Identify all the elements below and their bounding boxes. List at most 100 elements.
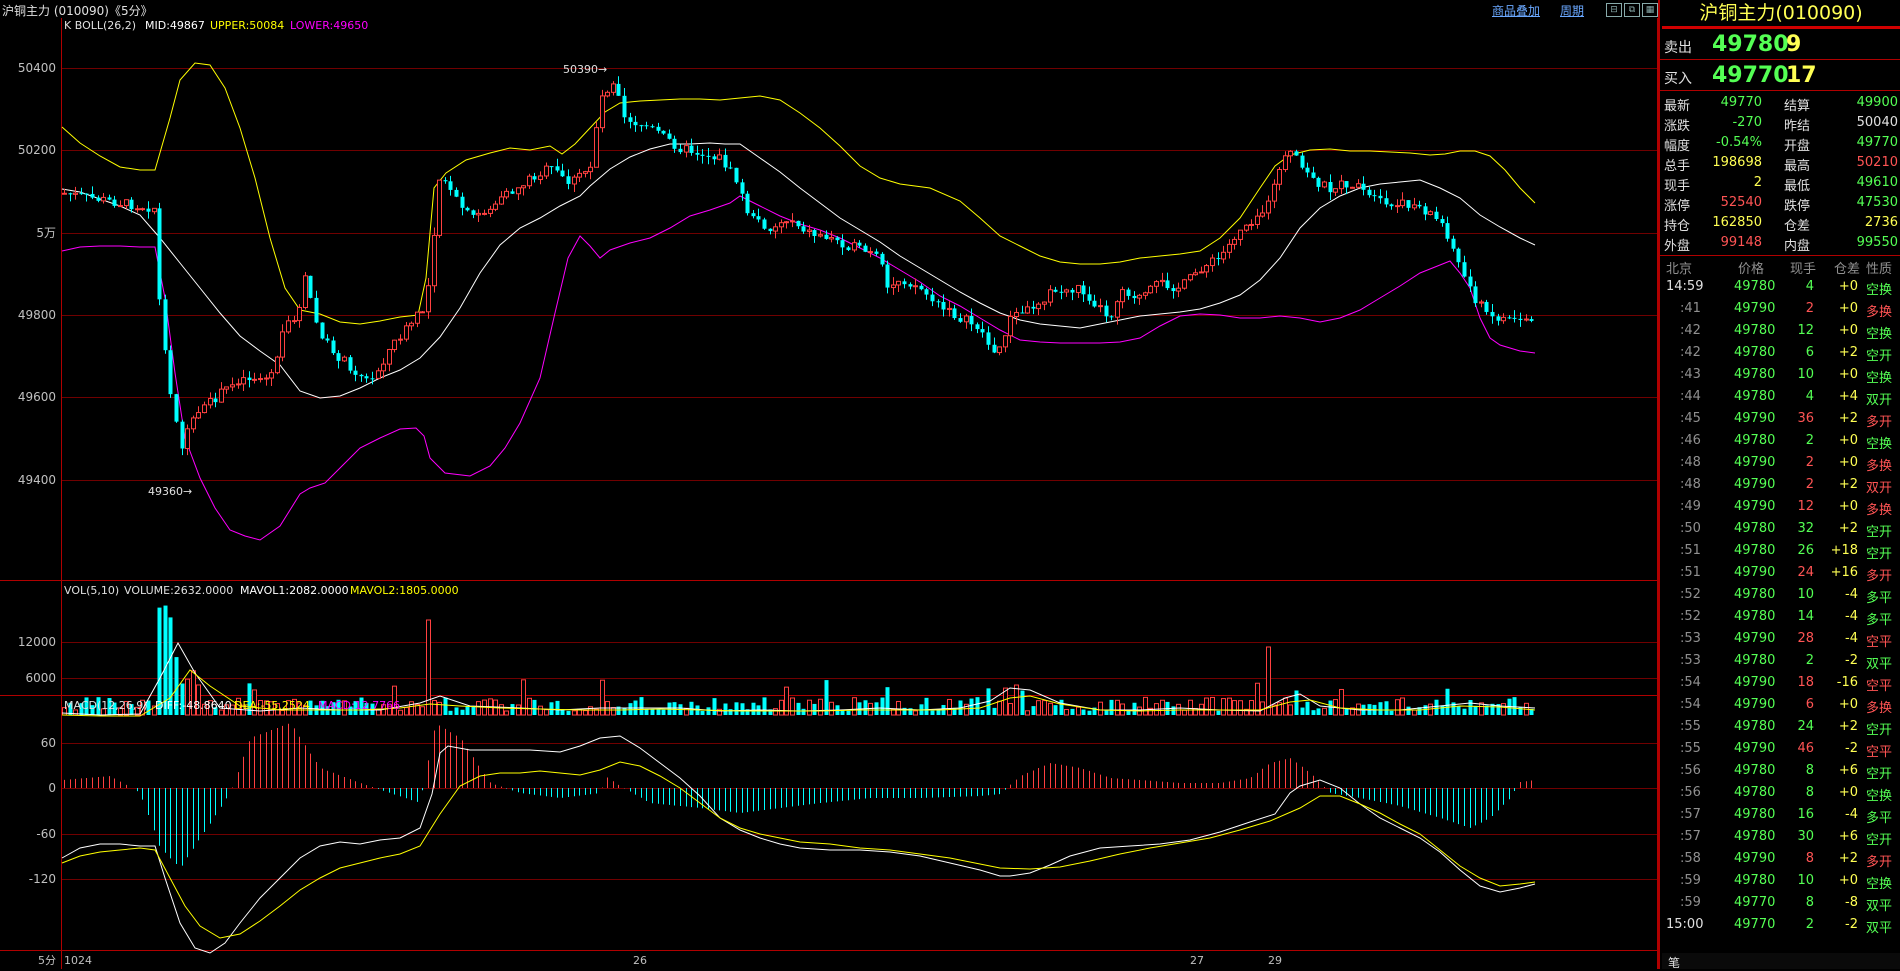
tick-oi-change: -2 [1845, 653, 1858, 668]
sell-label: 卖出 [1664, 40, 1692, 56]
tick-volume: 30 [1797, 829, 1814, 844]
volume-bar [801, 708, 806, 715]
tick-nature: 空开 [1866, 833, 1893, 848]
volume-bar [807, 699, 812, 716]
col-volume: 现手 [1790, 262, 1817, 277]
stat-value: 50210 [1856, 155, 1898, 170]
stat-row: 涨停 52540 跌停 47530 [1660, 193, 1900, 214]
candle-body [1244, 224, 1249, 231]
volume-bar [1115, 699, 1120, 716]
overlay-commodity-link[interactable]: 商品叠加 [1492, 2, 1540, 19]
candle-body [1283, 155, 1288, 171]
candle-body [779, 222, 784, 228]
volume-bar [1109, 699, 1114, 715]
candle-body [180, 421, 185, 449]
chart-area[interactable]: K BOLL(26,2) MID:49867 UPPER:50084 LOWER… [0, 18, 1658, 969]
tick-row: :58 49790 8 +2 多开 [1660, 848, 1900, 870]
tick-nature: 多平 [1866, 811, 1893, 826]
volume-bar [1143, 696, 1148, 716]
candle-body [370, 378, 375, 380]
candle-body [1076, 284, 1081, 294]
candle-body [1210, 257, 1215, 267]
candle-body [639, 125, 644, 127]
tick-volume: 8 [1805, 851, 1814, 866]
layout-icon[interactable]: ⊟ [1606, 3, 1622, 17]
tick-volume: 12 [1797, 323, 1814, 338]
candle-body [947, 307, 952, 311]
tick-nature: 多换 [1866, 305, 1893, 320]
tick-price: 49790 [1734, 631, 1776, 646]
tick-nature: 多换 [1866, 459, 1893, 474]
tick-volume: 32 [1797, 521, 1814, 536]
candle-body [392, 339, 397, 351]
candle-body [1350, 186, 1355, 189]
stat-value: 198698 [1712, 155, 1762, 170]
volume-bar [1311, 710, 1316, 715]
candle-body [936, 301, 941, 303]
candle-body [325, 338, 330, 341]
tick-volume: 26 [1797, 543, 1814, 558]
volume-bar [656, 709, 661, 715]
volume-bar [404, 707, 409, 716]
candle-body [107, 197, 112, 200]
tick-price: 49780 [1734, 323, 1776, 338]
boll-lower-label: LOWER:49650 [290, 19, 368, 32]
candle-body [1479, 301, 1484, 304]
tick-volume: 2 [1805, 477, 1814, 492]
tick-nature: 双开 [1866, 481, 1893, 496]
candle-body [1087, 294, 1092, 301]
sell-volume: 9 [1786, 32, 1802, 57]
volume-bar [1221, 698, 1226, 716]
grid-icon[interactable]: ▦ [1642, 3, 1658, 17]
tick-oi-change: +0 [1838, 301, 1858, 316]
tick-list[interactable]: 14:59 49780 4 +0 空换:41 49790 2 +0 多换:42 49780 12 +0… [1660, 276, 1900, 936]
candle-body [1098, 305, 1103, 308]
x-tick: 26 [633, 954, 647, 967]
y-tick: 6000 [25, 671, 56, 685]
candle-body [1417, 204, 1422, 207]
candle-body [684, 145, 689, 153]
candle-body [488, 208, 493, 214]
restore-icon[interactable]: ⧉ [1624, 3, 1640, 17]
contract-title: 沪铜主力(010090) [1699, 2, 1863, 24]
candle-body [566, 176, 571, 184]
volume-bar [1081, 709, 1086, 715]
candle-body [583, 171, 588, 174]
candle-body [275, 356, 280, 374]
tab-ticks[interactable]: 笔 [1668, 954, 1680, 971]
candle-body [101, 196, 106, 202]
period-label[interactable]: 5分 [38, 954, 56, 967]
candle-body [118, 205, 123, 208]
candle-body [818, 234, 823, 237]
tick-oi-change: -2 [1845, 917, 1858, 932]
period-link[interactable]: 周期 [1560, 2, 1584, 19]
candle-body [376, 370, 381, 379]
tick-price: 49780 [1734, 873, 1776, 888]
tick-time: 15:00 [1666, 917, 1704, 932]
candle-body [1300, 155, 1305, 168]
tick-nature: 双平 [1866, 657, 1893, 672]
stat-value: 99148 [1720, 235, 1762, 250]
tick-oi-change: +6 [1838, 763, 1858, 778]
candle-body [762, 219, 767, 229]
candle-body [493, 203, 498, 210]
tick-oi-change: +16 [1830, 565, 1858, 580]
volume-bar [1182, 709, 1187, 716]
volume-bar [661, 709, 666, 715]
candle-body [1367, 189, 1372, 196]
tick-row: :42 49780 12 +0 空换 [1660, 320, 1900, 342]
candle-body [1193, 272, 1198, 276]
ticks-header: 北京 价格 现手 仓差 性质 [1660, 256, 1900, 277]
volume-bar [975, 697, 980, 715]
candle-body [191, 417, 196, 430]
volume-bar [880, 697, 885, 715]
candle-body [1199, 271, 1204, 274]
tick-oi-change: +0 [1838, 279, 1858, 294]
tick-volume: 18 [1797, 675, 1814, 690]
volume-value-label: VOLUME:2632.0000 [124, 584, 233, 597]
volume-bar [1316, 708, 1321, 715]
candle-body [667, 133, 672, 139]
candle-body [941, 301, 946, 310]
volume-bar [549, 702, 554, 715]
col-time: 北京 [1666, 262, 1693, 277]
